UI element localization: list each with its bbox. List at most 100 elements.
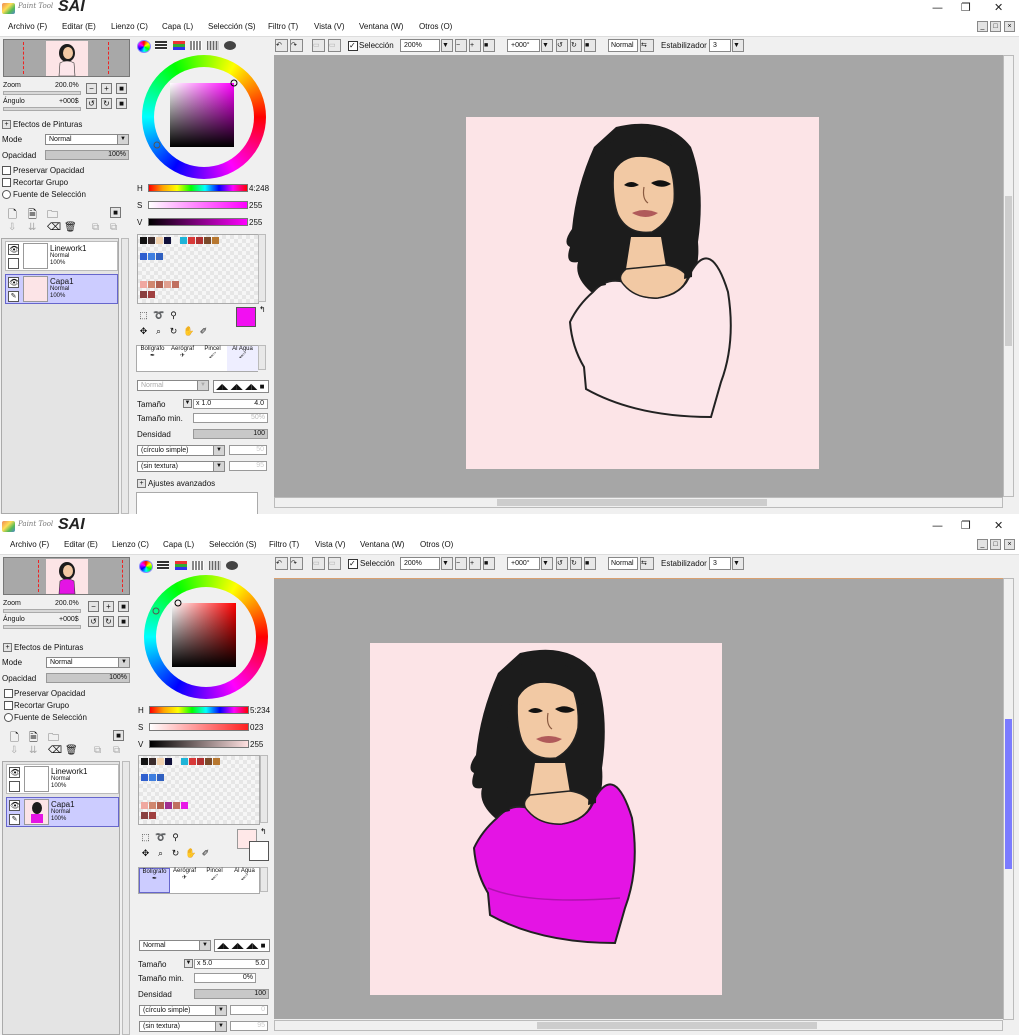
brush-texture-dropdown[interactable]: (sin textura) ▼ <box>139 1021 227 1032</box>
menu-lienzo[interactable]: Lienzo (C) <box>112 540 149 549</box>
visibility-eye-icon[interactable]: 👁 <box>8 277 19 288</box>
zoom-combo-arrow[interactable]: ▼ <box>441 557 453 570</box>
brush-pincel[interactable]: Pincel 🖌 <box>199 868 230 893</box>
paint-effects-expand-icon[interactable]: + <box>2 120 11 129</box>
move-icon[interactable]: ✥ <box>140 848 151 859</box>
invert-selection-button[interactable]: ▭ <box>328 39 341 52</box>
brush-size-presets[interactable] <box>136 492 258 514</box>
selection-checkbox[interactable]: ✓ <box>348 41 358 51</box>
toolbar-rotate-right-button[interactable]: ↻ <box>570 39 582 52</box>
rotate-reset-button[interactable]: ■ <box>116 98 127 109</box>
toolbar-rotate-left-button[interactable]: ↺ <box>556 39 568 52</box>
paint-effects-expand-icon[interactable]: + <box>3 643 12 652</box>
brush-shape-dropdown[interactable]: (círculo simple) ▼ <box>137 445 225 456</box>
color-swatch-grid[interactable] <box>138 755 260 825</box>
close-button[interactable]: ✕ <box>994 1 1003 14</box>
clip-group-checkbox[interactable] <box>2 178 11 187</box>
copy-layer-icon[interactable]: ⧉ <box>94 745 101 756</box>
menu-archivo[interactable]: Archivo (F) <box>10 540 49 549</box>
canvas-vertical-scrollbar[interactable] <box>1003 578 1014 1020</box>
rgb-sliders-tab-icon[interactable] <box>155 41 167 50</box>
delete-layer-icon[interactable]: 🗑 <box>64 222 77 233</box>
menu-filtro[interactable]: Filtro (T) <box>268 22 298 31</box>
layer-list-scrollbar[interactable] <box>122 761 130 1035</box>
eyedropper-icon[interactable]: ✐ <box>200 848 211 859</box>
angle-slider[interactable] <box>3 625 81 629</box>
density-bar[interactable]: 100 <box>194 989 269 999</box>
mdi-minimize-button[interactable]: _ <box>977 21 988 32</box>
toolbar-rotate-right-button[interactable]: ↻ <box>570 557 582 570</box>
zoom-slider[interactable] <box>3 609 81 613</box>
value-slider[interactable] <box>148 218 248 226</box>
color-mixer-tab-icon[interactable] <box>224 41 236 50</box>
brush-texture-dropdown[interactable]: (sin textura) ▼ <box>137 461 225 472</box>
size-dropdown-arrow[interactable]: ▼ <box>184 959 193 968</box>
flip-view-button[interactable]: ⇆ <box>640 557 654 570</box>
merge-down-icon[interactable]: ⇊ <box>28 222 36 233</box>
saturation-slider[interactable] <box>149 723 249 731</box>
stabilizer-combo[interactable]: 3 <box>709 557 731 570</box>
menu-ventana[interactable]: Ventana (W) <box>359 22 403 31</box>
menu-editar[interactable]: Editar (E) <box>64 540 98 549</box>
zoom-tool-icon[interactable]: ⌕ <box>153 326 164 337</box>
angle-combo[interactable]: +000° <box>507 557 540 570</box>
zoom-combo[interactable]: 200% <box>400 557 440 570</box>
rotate-right-button[interactable]: ↻ <box>103 616 114 627</box>
hue-slider[interactable] <box>149 706 249 714</box>
visibility-eye-icon[interactable]: 👁 <box>8 244 19 255</box>
toolbar-zoom-in-button[interactable]: + <box>469 39 481 52</box>
rotate-right-button[interactable]: ↻ <box>101 98 112 109</box>
transfer-down-icon[interactable]: ⇩ <box>10 745 18 756</box>
rotate-tool-icon[interactable]: ↻ <box>168 326 179 337</box>
toolbar-zoom-reset-button[interactable]: ■ <box>483 557 495 570</box>
paste-layer-icon[interactable]: ⧉ <box>110 222 117 233</box>
menu-capa[interactable]: Capa (L) <box>162 22 193 31</box>
secondary-color-swatch[interactable] <box>249 841 269 861</box>
menu-otros[interactable]: Otros (O) <box>419 22 452 31</box>
brush-edge-selector[interactable]: ◢◣ ◢◣ ◢◣ ■ <box>213 380 269 393</box>
transfer-down-icon[interactable]: ⇩ <box>8 222 16 233</box>
clip-group-checkbox[interactable] <box>4 701 13 710</box>
toolbar-zoom-reset-button[interactable]: ■ <box>483 39 495 52</box>
size-bar[interactable]: x 1.0 4.0 <box>193 399 268 409</box>
saturation-slider[interactable] <box>148 201 248 209</box>
toolbar-zoom-in-button[interactable]: + <box>469 557 481 570</box>
value-slider[interactable] <box>149 740 249 748</box>
menu-lienzo[interactable]: Lienzo (C) <box>111 22 148 31</box>
brush-mode-dropdown[interactable]: Normal ▼ <box>137 380 209 391</box>
preserve-opacity-checkbox[interactable] <box>4 689 13 698</box>
brush-texture-strength[interactable]: 95 <box>229 461 267 471</box>
layer-mask-button[interactable]: ■ <box>113 730 124 741</box>
zoom-slider[interactable] <box>3 91 81 95</box>
zoom-out-button[interactable]: − <box>88 601 99 612</box>
hsv-sliders-tab-icon[interactable] <box>173 41 185 50</box>
color-mixer-tab-icon[interactable] <box>226 561 238 570</box>
mdi-restore-button[interactable]: □ <box>990 21 1001 32</box>
brush-al-agua[interactable]: Al Agua 🖌 <box>227 346 258 371</box>
redo-button[interactable]: ↷ <box>290 39 303 52</box>
restore-button[interactable]: ❐ <box>961 519 971 532</box>
zoom-combo-arrow[interactable]: ▼ <box>441 39 453 52</box>
selection-source-radio[interactable] <box>4 713 13 722</box>
selection-source-radio[interactable] <box>2 190 11 199</box>
angle-slider[interactable] <box>3 107 81 111</box>
zoom-reset-button[interactable]: ■ <box>116 83 127 94</box>
mdi-restore-button[interactable]: □ <box>990 539 1001 550</box>
brush-shape-dropdown[interactable]: (círculo simple) ▼ <box>139 1005 227 1016</box>
canvas-page[interactable] <box>466 117 819 469</box>
menu-capa[interactable]: Capa (L) <box>163 540 194 549</box>
blend-mode-combo[interactable]: Normal <box>608 39 638 52</box>
navigator-thumbnail[interactable] <box>3 39 130 77</box>
size-dropdown-arrow[interactable]: ▼ <box>183 399 192 408</box>
menu-ventana[interactable]: Ventana (W) <box>360 540 404 549</box>
rotate-tool-icon[interactable]: ↻ <box>170 848 181 859</box>
swatch-scrollbar[interactable] <box>260 755 268 823</box>
hand-tool-icon[interactable]: ✋ <box>185 848 196 859</box>
swap-colors-icon[interactable]: ↰ <box>259 305 266 314</box>
hsv-sliders-tab-icon[interactable] <box>175 561 187 570</box>
stabilizer-combo-arrow[interactable]: ▼ <box>732 557 744 570</box>
stabilizer-combo-arrow[interactable]: ▼ <box>732 39 744 52</box>
clear-layer-icon[interactable]: ⌫ <box>48 745 62 756</box>
opacity-bar[interactable]: 100% <box>45 150 129 160</box>
canvas-horizontal-scrollbar[interactable] <box>274 1020 1003 1031</box>
